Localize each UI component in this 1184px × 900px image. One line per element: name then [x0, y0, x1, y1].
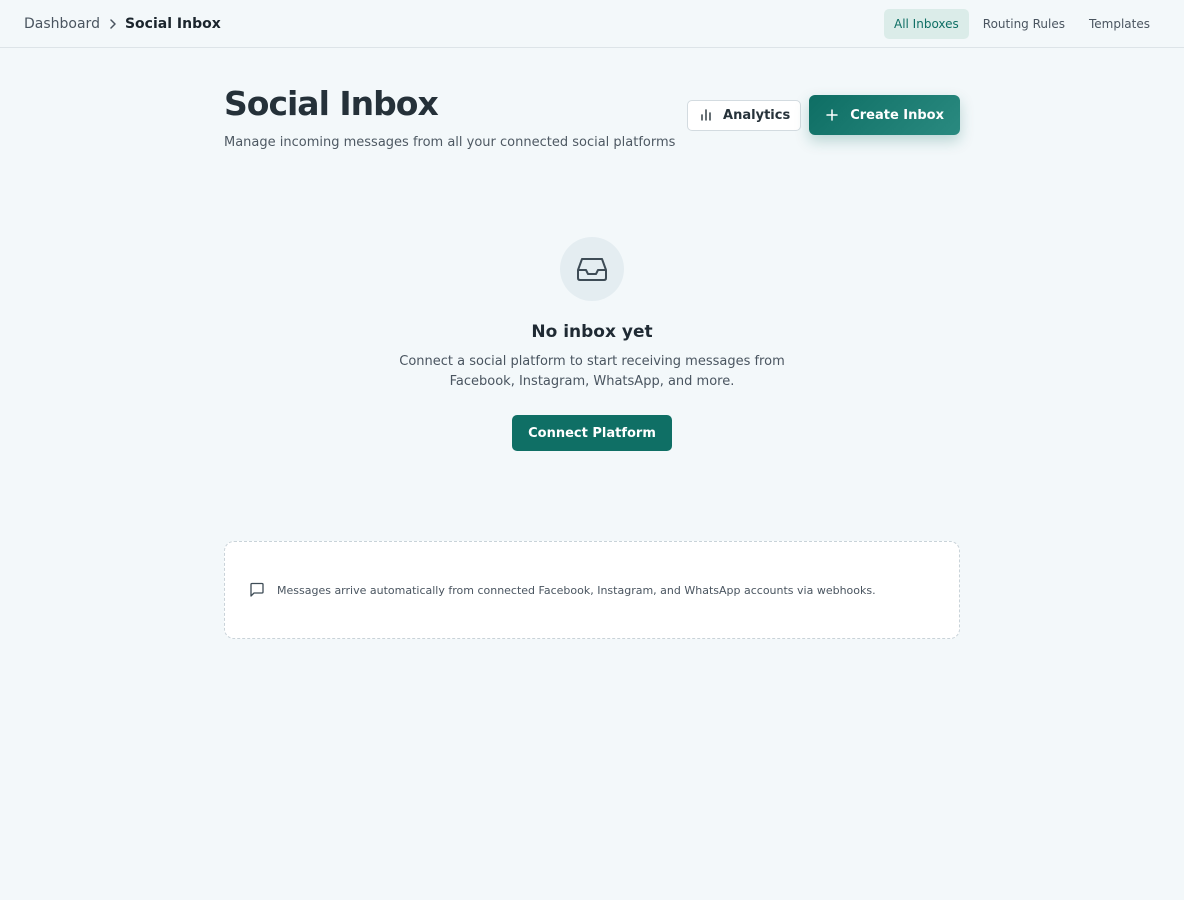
connect-platform-button[interactable]: Connect Platform [512, 415, 672, 451]
top-nav: All Inboxes Routing Rules Templates [883, 8, 1160, 39]
tab-all-inboxes[interactable]: All Inboxes [883, 8, 969, 39]
breadcrumb-current: Social Inbox [124, 15, 221, 32]
header-actions: Analytics Create Inbox [687, 95, 960, 135]
empty-state: No inbox yet Connect a social platform t… [224, 237, 960, 451]
empty-state-description: Connect a social platform to start recei… [399, 354, 785, 389]
plus-icon [826, 109, 838, 121]
message-square-icon [249, 582, 265, 598]
tab-templates[interactable]: Templates [1079, 9, 1160, 39]
empty-state-icon-wrap [560, 237, 624, 301]
create-inbox-button-label: Create Inbox [850, 107, 944, 123]
page-subtitle: Manage incoming messages from all your c… [224, 135, 676, 150]
tab-routing-rules[interactable]: Routing Rules [973, 9, 1075, 39]
inbox-icon [576, 255, 608, 283]
breadcrumb: Dashboard Social Inbox [24, 16, 221, 32]
analytics-button-label: Analytics [723, 107, 791, 123]
bar-chart-icon [699, 108, 713, 122]
chevron-right-icon [109, 18, 117, 29]
top-bar: Dashboard Social Inbox All Inboxes Routi… [0, 0, 1184, 48]
info-text: Messages arrive automatically from conne… [277, 583, 876, 597]
empty-state-title: No inbox yet [531, 322, 653, 342]
analytics-button[interactable]: Analytics [687, 99, 802, 131]
page-header: Social Inbox Manage incoming messages fr… [224, 84, 960, 150]
create-inbox-button[interactable]: Create Inbox [809, 95, 960, 135]
breadcrumb-dashboard-link[interactable]: Dashboard [24, 16, 100, 32]
info-card: Messages arrive automatically from conne… [224, 541, 960, 639]
